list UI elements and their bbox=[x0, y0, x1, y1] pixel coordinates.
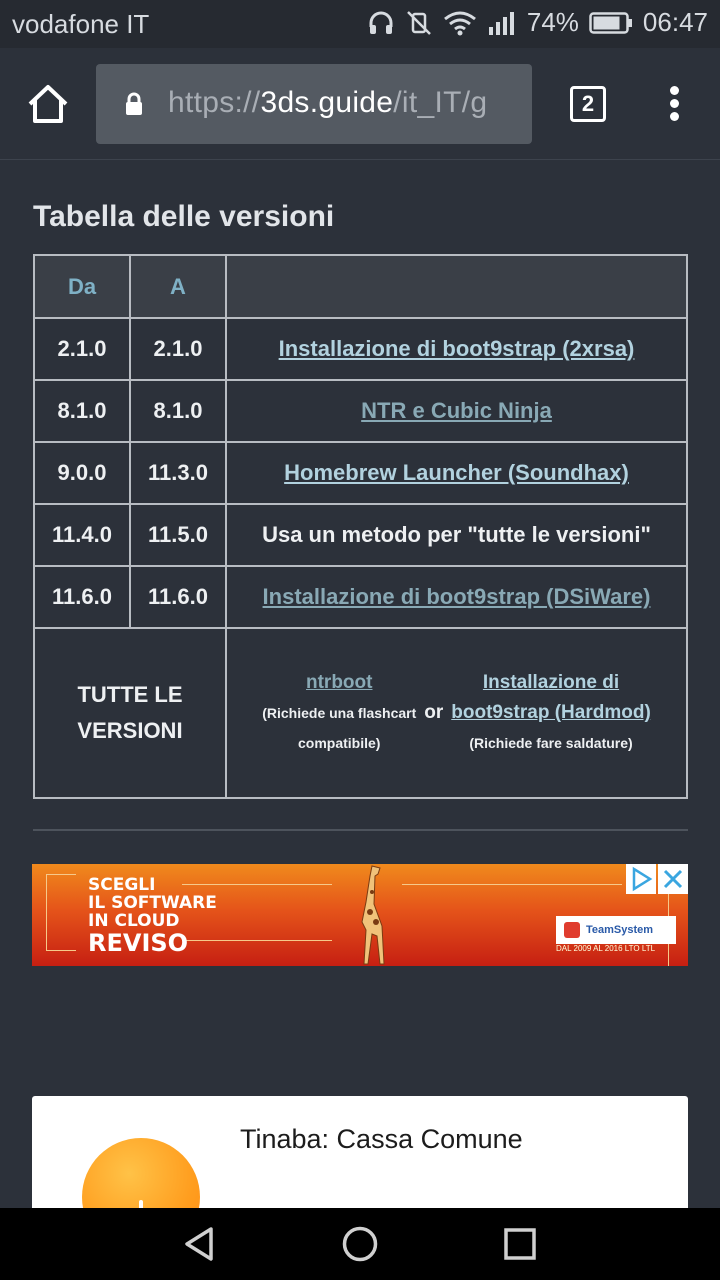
all-versions-label: TUTTE LE VERSIONI bbox=[33, 627, 227, 799]
all-versions-methods: ntrboot (Richiede una flashcart compatib… bbox=[225, 627, 688, 799]
adchoices-icon bbox=[632, 866, 653, 892]
cell-method: Installazione di boot9strap (2xrsa) bbox=[225, 317, 688, 381]
header-to: A bbox=[129, 254, 227, 319]
cell-method: NTR e Cubic Ninja bbox=[225, 379, 688, 443]
table-row: 8.1.0 8.1.0 NTR e Cubic Ninja bbox=[33, 379, 688, 443]
recents-button[interactable] bbox=[501, 1225, 539, 1263]
method-link-2xrsa[interactable]: Installazione di boot9strap (2xrsa) bbox=[279, 336, 635, 361]
section-title: Tabella delle versioni bbox=[33, 200, 335, 233]
home-nav-button[interactable] bbox=[341, 1225, 379, 1263]
versions-table: Da A 2.1.0 2.1.0 Installazione di boot9s… bbox=[33, 254, 688, 799]
table-row: 11.6.0 11.6.0 Installazione di boot9stra… bbox=[33, 565, 688, 629]
url-scheme: https:// bbox=[168, 86, 261, 119]
header-from: Da bbox=[33, 254, 131, 319]
all-versions-line1: TUTTE LE bbox=[77, 682, 183, 707]
table-row-all-versions: TUTTE LE VERSIONI ntrboot (Richiede una … bbox=[33, 627, 688, 799]
ad-line4: REVISO bbox=[88, 929, 189, 957]
ad-brand-name: TeamSystem bbox=[586, 924, 654, 936]
hardmod-option: Installazione di boot9strap (Hardmod) (R… bbox=[451, 668, 651, 758]
status-bar: vodafone IT 74% 06:47 bbox=[0, 0, 720, 48]
hardmod-link-line1[interactable]: Installazione di bbox=[483, 672, 619, 693]
header-method bbox=[225, 254, 688, 319]
vibrate-off-icon bbox=[406, 10, 431, 35]
address-bar[interactable]: https://3ds.guide/it_IT/g bbox=[96, 64, 532, 144]
ad-frame-line-right bbox=[402, 884, 622, 885]
wifi-icon bbox=[443, 11, 476, 35]
ad-close-button[interactable] bbox=[658, 864, 688, 894]
battery-icon bbox=[589, 11, 632, 34]
url-path: /it_IT/g bbox=[393, 86, 488, 119]
cell-from: 8.1.0 bbox=[33, 379, 131, 443]
cell-from: 11.4.0 bbox=[33, 503, 131, 567]
giraffe-icon bbox=[361, 865, 385, 965]
close-icon bbox=[663, 869, 683, 889]
status-icons: 74% 06:47 bbox=[367, 7, 708, 38]
url-text: https://3ds.guide/it_IT/g bbox=[168, 86, 487, 120]
cell-from: 11.6.0 bbox=[33, 565, 131, 629]
carrier-name: vodafone IT bbox=[12, 9, 150, 39]
method-link-soundhax[interactable]: Homebrew Launcher (Soundhax) bbox=[284, 460, 629, 485]
cell-to: 11.6.0 bbox=[129, 565, 227, 629]
table-row: 9.0.0 11.3.0 Homebrew Launcher (Soundhax… bbox=[33, 441, 688, 505]
system-nav-bar bbox=[0, 1208, 720, 1280]
table-row: 2.1.0 2.1.0 Installazione di boot9strap … bbox=[33, 317, 688, 381]
circle-home-icon bbox=[342, 1226, 378, 1262]
signal-icon bbox=[488, 11, 514, 35]
brand-logo-icon bbox=[564, 922, 580, 938]
cell-method: Installazione di boot9strap (DSiWare) bbox=[225, 565, 688, 629]
section-divider bbox=[33, 829, 688, 831]
cell-to: 11.5.0 bbox=[129, 503, 227, 567]
method-link-dsiware[interactable]: Installazione di boot9strap (DSiWare) bbox=[263, 584, 651, 609]
cell-to: 11.3.0 bbox=[129, 441, 227, 505]
hardmod-note: (Richiede fare saldature) bbox=[469, 735, 633, 751]
ad-line3: IN CLOUD bbox=[88, 911, 180, 931]
or-separator: or bbox=[424, 702, 444, 723]
cell-to: 8.1.0 bbox=[129, 379, 227, 443]
overflow-menu-button[interactable] bbox=[664, 86, 684, 122]
lock-icon bbox=[126, 92, 142, 115]
ad-brand: TeamSystem bbox=[556, 916, 676, 944]
all-versions-line2: VERSIONI bbox=[77, 718, 183, 743]
cell-method: Usa un metodo per "tutte le versioni" bbox=[225, 503, 688, 567]
home-icon bbox=[28, 85, 68, 123]
cell-from: 9.0.0 bbox=[33, 441, 131, 505]
clock: 06:47 bbox=[642, 7, 708, 37]
ad-brand-subtext: DAL 2009 AL 2016 LTO LTL bbox=[556, 944, 656, 953]
square-recents-icon bbox=[504, 1228, 536, 1260]
back-icon bbox=[185, 1227, 213, 1261]
ad-frame-top-left bbox=[46, 874, 76, 875]
hardmod-link-line2[interactable]: boot9strap (Hardmod) bbox=[451, 702, 651, 723]
ntrboot-link[interactable]: ntrboot bbox=[306, 672, 372, 693]
card-title: Tinaba: Cassa Comune bbox=[240, 1124, 523, 1154]
browser-toolbar: https://3ds.guide/it_IT/g 2 bbox=[0, 48, 720, 160]
back-button[interactable] bbox=[181, 1225, 219, 1263]
battery-percent: 74% bbox=[526, 7, 579, 37]
ad-headline: SCEGLI IL SOFTWARE IN CLOUD REVISO bbox=[88, 876, 217, 956]
method-link-ntr-cubic-ninja[interactable]: NTR e Cubic Ninja bbox=[361, 398, 552, 423]
tab-switcher-button[interactable]: 2 bbox=[570, 86, 606, 122]
ad-frame-left bbox=[46, 874, 47, 950]
headphones-icon bbox=[369, 11, 393, 34]
cell-from: 2.1.0 bbox=[33, 317, 131, 381]
adchoices-button[interactable] bbox=[626, 864, 656, 894]
cell-method: Homebrew Launcher (Soundhax) bbox=[225, 441, 688, 505]
home-button[interactable] bbox=[26, 82, 70, 126]
table-row: 11.4.0 11.5.0 Usa un metodo per "tutte l… bbox=[33, 503, 688, 567]
ad-line2: IL SOFTWARE bbox=[88, 893, 217, 913]
ad-line1: SCEGLI bbox=[88, 875, 156, 895]
url-host: 3ds.guide bbox=[260, 86, 394, 119]
ad-frame-bottom-left bbox=[46, 950, 76, 951]
ntrboot-note-line2: compatibile) bbox=[298, 735, 381, 751]
cell-to: 2.1.0 bbox=[129, 317, 227, 381]
ntrboot-note-line1: (Richiede una flashcart bbox=[262, 705, 417, 721]
ntrboot-option: ntrboot (Richiede una flashcart compatib… bbox=[262, 668, 416, 758]
ad-banner[interactable]: SCEGLI IL SOFTWARE IN CLOUD REVISO TeamS… bbox=[32, 864, 688, 966]
table-header-row: Da A bbox=[33, 254, 688, 319]
